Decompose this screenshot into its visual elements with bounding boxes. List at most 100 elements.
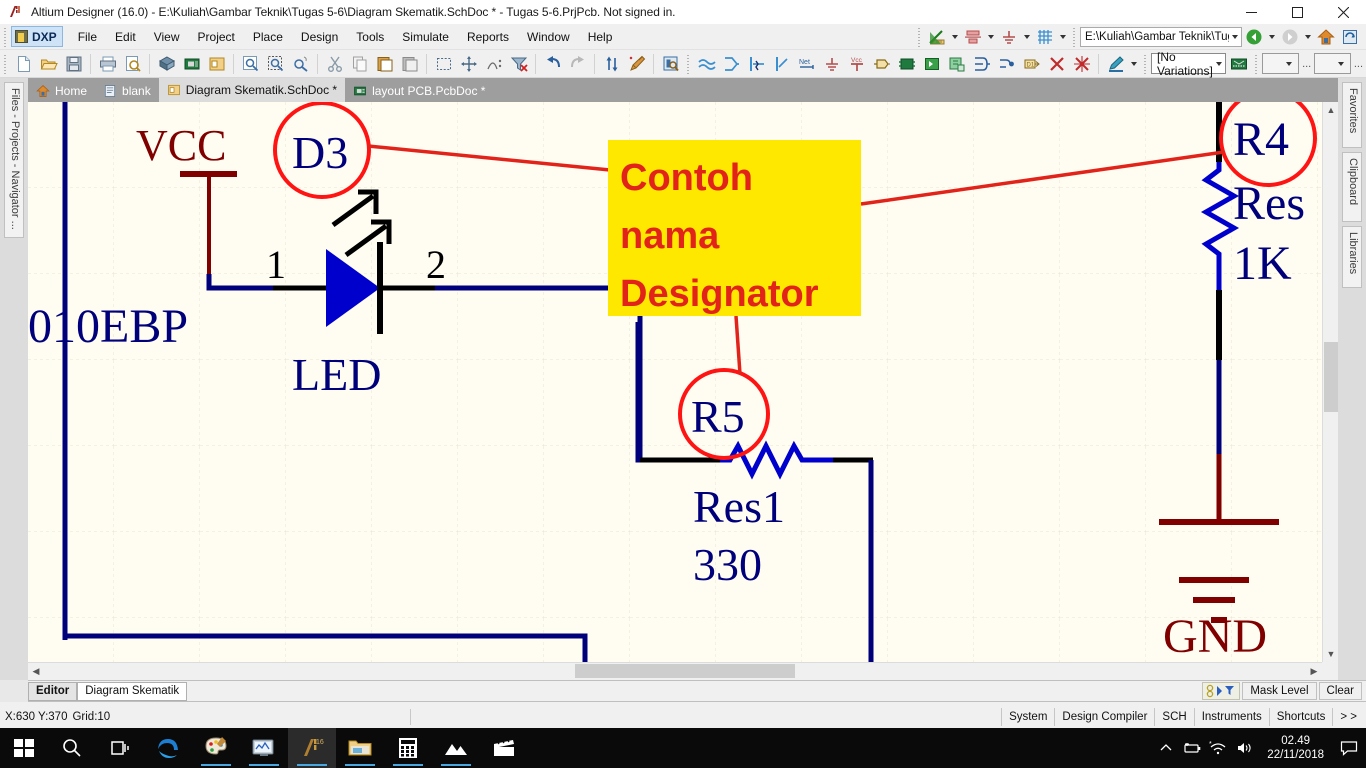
toolbar-grip-3[interactable] [1071,26,1078,47]
place-vcc-icon[interactable]: Vcc [844,52,869,76]
ground-dropdown-caret[interactable] [1021,26,1033,48]
altium-designer-icon[interactable]: 16 [288,728,336,768]
paste-special-icon[interactable] [397,52,422,76]
status-button-sch[interactable]: SCH [1154,708,1193,726]
select-area-icon[interactable] [431,52,456,76]
clear-erc-icon[interactable] [1069,52,1094,76]
chevron-down-icon[interactable] [1283,53,1295,75]
mask-level-button[interactable]: Mask Level [1242,682,1317,700]
forward-icon[interactable] [1278,26,1302,48]
undo-icon[interactable] [540,52,565,76]
panel-tab-editor[interactable]: Editor [28,681,78,701]
minimize-button[interactable] [1228,0,1274,24]
place-harness-icon[interactable] [969,52,994,76]
place-bus-icon[interactable] [719,52,744,76]
home-icon[interactable] [1314,26,1338,48]
toolbar-grip-6[interactable] [1142,53,1149,74]
photos-icon[interactable] [432,728,480,768]
scroll-right-button[interactable]: ▶ [1306,663,1322,679]
status-button-shortcuts[interactable]: Shortcuts [1268,708,1333,726]
path-combo[interactable]: E:\Kuliah\Gambar Teknik\Tugas 5- [1080,26,1242,47]
right-panel-tab-libraries[interactable]: Libraries [1342,226,1362,288]
open-sheet-icon[interactable] [204,52,229,76]
zoom-fit-icon[interactable] [238,52,263,76]
status-button-design-compiler[interactable]: Design Compiler [1054,708,1154,726]
ground-icon[interactable] [997,26,1021,48]
chevron-down-icon[interactable] [1213,53,1225,75]
empty-combo-2[interactable] [1314,53,1351,74]
redo-icon[interactable] [565,52,590,76]
open-document-icon[interactable] [36,52,61,76]
vertical-scrollbar[interactable]: ▲ ▼ [1322,102,1338,662]
edge-browser-icon[interactable] [144,728,192,768]
horizontal-scroll-thumb[interactable] [575,664,795,678]
pcb-board-icon[interactable] [1226,52,1251,76]
vertical-scroll-thumb[interactable] [1324,342,1338,412]
mask-filter-icon[interactable] [1202,682,1241,700]
status-button-instruments[interactable]: Instruments [1193,708,1269,726]
dxp-menu-button[interactable]: DXP [11,26,63,47]
annotate-icon[interactable] [624,52,649,76]
place-wire-icon[interactable] [694,52,719,76]
no-erc-icon[interactable] [1044,52,1069,76]
print-preview-icon[interactable] [120,52,145,76]
highlight-dropdown-caret[interactable] [1128,53,1140,75]
new-document-icon[interactable] [11,52,36,76]
menu-project[interactable]: Project [189,27,244,47]
place-bus-entry-icon[interactable] [744,52,769,76]
menu-reports[interactable]: Reports [458,27,518,47]
horizontal-scrollbar[interactable]: ◀ ▶ [28,662,1322,678]
menu-window[interactable]: Window [518,27,579,47]
open-pcb-icon[interactable] [179,52,204,76]
menu-design[interactable]: Design [292,27,347,47]
align-icon[interactable] [961,26,985,48]
schematic-canvas[interactable]: VCC 1 2 LED D3 Res1 330 R5 Res 1K R4 GND… [28,102,1338,662]
back-dropdown-caret[interactable] [1266,26,1278,48]
status-button-system[interactable]: System [1001,708,1054,726]
taskbar-clock[interactable]: 02.49 22/11/2018 [1257,728,1334,768]
start-button-icon[interactable] [0,728,48,768]
place-device-sheet-icon[interactable] [944,52,969,76]
menu-tools[interactable]: Tools [347,27,393,47]
paint-icon[interactable] [192,728,240,768]
wifi-icon[interactable]: * [1205,728,1231,768]
toolbar-grip[interactable] [2,26,9,47]
measure-icon[interactable] [925,26,949,48]
cut-icon[interactable] [322,52,347,76]
updown-icon[interactable] [599,52,624,76]
zoom-area-icon[interactable] [263,52,288,76]
clear-filter-icon[interactable] [506,52,531,76]
refresh-icon[interactable] [1338,26,1362,48]
panel-tab-diagram-skematik[interactable]: Diagram Skematik [77,681,188,701]
menu-simulate[interactable]: Simulate [393,27,458,47]
align-dropdown-caret[interactable] [985,26,997,48]
menu-help[interactable]: Help [579,27,622,47]
place-sheet-symbol-icon[interactable] [894,52,919,76]
open-3d-icon[interactable] [154,52,179,76]
scroll-down-button[interactable]: ▼ [1323,646,1339,662]
grid-dropdown-caret[interactable] [1057,26,1069,48]
scroll-up-button[interactable]: ▲ [1323,102,1339,118]
forward-dropdown-caret[interactable] [1302,26,1314,48]
volume-icon[interactable] [1231,728,1257,768]
empty-combo-1[interactable] [1262,53,1300,75]
place-netlabel-wire-icon[interactable] [769,52,794,76]
status-overflow-button[interactable]: > > [1332,708,1364,726]
place-sheet-entry-icon[interactable] [919,52,944,76]
zoom-selected-icon[interactable] [288,52,313,76]
place-part-icon[interactable]: D1 [1019,52,1044,76]
doc-tab-home[interactable]: Home [28,80,95,102]
toolbar-grip-4[interactable] [2,53,9,74]
toolbar-grip-5[interactable] [685,53,692,74]
variations-combo[interactable]: [No Variations] [1151,50,1227,78]
grid-icon[interactable] [1033,26,1057,48]
action-center-icon[interactable] [1334,728,1364,768]
browse-library-icon[interactable] [658,52,683,76]
move-icon[interactable] [456,52,481,76]
place-port-icon[interactable] [869,52,894,76]
video-editor-icon[interactable] [480,728,528,768]
paste-icon[interactable] [372,52,397,76]
left-panel-tab-files-projects-navigator[interactable]: Files - Projects - Navigator ... [4,82,24,238]
menu-place[interactable]: Place [244,27,292,47]
clear-mask-button[interactable]: Clear [1318,682,1362,700]
